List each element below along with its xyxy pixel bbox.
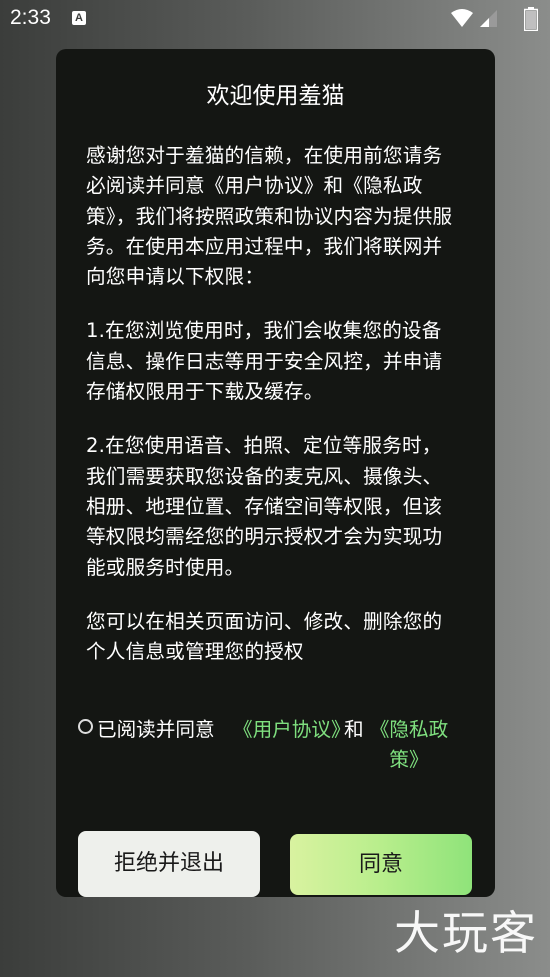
watermark: 大玩客	[394, 906, 538, 960]
privacy-consent-dialog: 欢迎使用羞猫 感谢您对于羞猫的信赖，在使用前您请务必阅读并同意《用户协议》和《隐…	[56, 49, 495, 897]
status-time: 2:33	[10, 6, 51, 29]
permission-item-1: 1.在您浏览使用时，我们会收集您的设备信息、操作日志等用于安全风控，并申请存储权…	[86, 319, 443, 404]
notification-app-icon: A	[72, 11, 86, 25]
dialog-title: 欢迎使用羞猫	[206, 83, 345, 109]
user-agreement-link[interactable]: 《用户协议》	[233, 715, 351, 745]
privacy-policy-link[interactable]: 《隐私政策》	[364, 715, 454, 775]
agree-button[interactable]: 同意	[290, 834, 472, 895]
battery-icon	[524, 7, 538, 31]
wifi-icon	[451, 9, 473, 27]
consent-label: 已阅读并同意	[97, 718, 215, 741]
refuse-and-exit-button[interactable]: 拒绝并退出	[78, 831, 260, 897]
status-bar: 2:33 A	[0, 0, 550, 40]
manage-info-paragraph: 您可以在相关页面访问、修改、删除您的个人信息或管理您的授权	[86, 609, 443, 664]
intro-paragraph: 感谢您对于羞猫的信赖，在使用前您请务必阅读并同意《用户协议》和《隐私政策》，我们…	[86, 144, 453, 289]
consent-and-text: 和	[344, 718, 364, 741]
cell-signal-icon	[480, 10, 497, 27]
dialog-body: 感谢您对于羞猫的信赖，在使用前您请务必阅读并同意《用户协议》和《隐私政策》，我们…	[86, 141, 458, 691]
permission-item-2: 2.在您使用语音、拍照、定位等服务时，我们需要获取您设备的麦克风、摄像头、相册、…	[86, 434, 443, 579]
consent-radio-button[interactable]	[78, 719, 93, 734]
consent-row: 已阅读并同意 《用户协议》 和 《隐私政策》	[78, 715, 478, 779]
